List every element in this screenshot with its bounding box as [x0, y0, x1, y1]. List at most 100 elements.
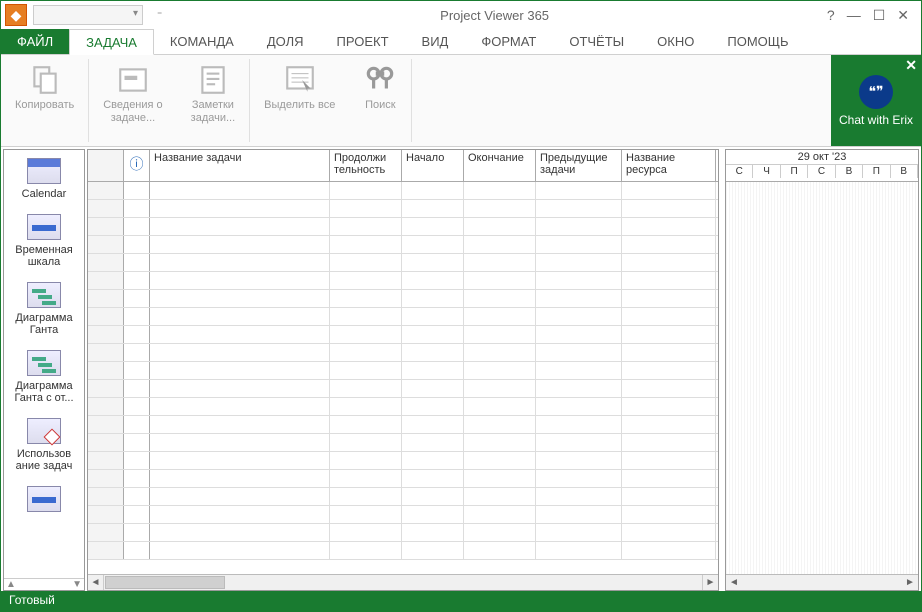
calendar-icon [27, 158, 61, 184]
timeline-day: В [891, 165, 918, 178]
scroll-thumb[interactable] [105, 576, 225, 589]
gantt-icon [27, 282, 61, 308]
view-tracking-gantt[interactable]: Диаграмма Ганта с от... [4, 342, 84, 410]
task-notes-label: Заметки задачи... [191, 99, 236, 125]
scroll-left-icon[interactable]: ◄ [88, 575, 104, 590]
timeline-date: 29 окт '23 [726, 150, 918, 165]
maximize-button[interactable]: ☐ [873, 7, 886, 24]
view-task-usage-label: Использов ание задач [6, 448, 82, 472]
timeline-day: П [863, 165, 890, 178]
table-row[interactable] [88, 326, 718, 344]
ribbon-body: Копировать Сведения о задаче... Заметки … [1, 55, 921, 147]
help-icon[interactable]: ? [827, 7, 835, 24]
table-row[interactable] [88, 452, 718, 470]
table-hscroll[interactable]: ◄ ► [88, 574, 718, 590]
tab-file[interactable]: ФАЙЛ [1, 29, 69, 54]
timeline-day: П [781, 165, 808, 178]
close-button[interactable]: ✕ [897, 7, 909, 24]
task-table: ⓘ Название задачи Продолжи тельность Нач… [87, 149, 719, 591]
find-icon [363, 63, 397, 97]
tab-format[interactable]: ФОРМАТ [465, 29, 553, 54]
task-notes-button[interactable]: Заметки задачи... [177, 59, 251, 142]
scroll-track[interactable] [226, 575, 702, 590]
col-name[interactable]: Название задачи [150, 150, 330, 181]
table-row[interactable] [88, 542, 718, 560]
timeline-icon [27, 214, 61, 240]
col-predecessors[interactable]: Предыдущие задачи [536, 150, 622, 181]
titlebar: ◆ ⁼ Project Viewer 365 ? — ☐ ✕ [1, 1, 921, 29]
table-row[interactable] [88, 470, 718, 488]
col-info-icon[interactable]: ⓘ [124, 150, 150, 181]
tab-team[interactable]: КОМАНДА [154, 29, 251, 54]
table-row[interactable] [88, 290, 718, 308]
tl-scroll-left-icon[interactable]: ◄ [726, 575, 742, 590]
tab-window[interactable]: ОКНО [641, 29, 711, 54]
table-body[interactable] [88, 182, 718, 574]
view-timeline[interactable]: Временная шкала [4, 206, 84, 274]
tracking-gantt-icon [27, 350, 61, 376]
find-button[interactable]: Поиск [349, 59, 412, 142]
chat-with-erix[interactable]: ✕ ❝❞ Chat with Erix [831, 55, 921, 146]
col-finish[interactable]: Окончание [464, 150, 536, 181]
chat-bubble-icon: ❝❞ [859, 75, 893, 109]
qat-dropdown[interactable] [33, 5, 143, 25]
table-row[interactable] [88, 200, 718, 218]
find-label: Поиск [365, 99, 395, 112]
scroll-right-icon[interactable]: ► [702, 575, 718, 590]
select-all-label: Выделить все [264, 99, 335, 112]
table-row[interactable] [88, 488, 718, 506]
chat-close-icon[interactable]: ✕ [905, 57, 917, 74]
table-row[interactable] [88, 362, 718, 380]
copy-label: Копировать [15, 99, 74, 112]
table-row[interactable] [88, 272, 718, 290]
task-info-label: Сведения о задаче... [103, 99, 162, 125]
table-row[interactable] [88, 506, 718, 524]
tab-project[interactable]: ПРОЕКТ [321, 29, 406, 54]
select-all-button[interactable]: Выделить все [250, 59, 349, 142]
tab-share[interactable]: ДОЛЯ [251, 29, 321, 54]
col-resource-names[interactable]: Название ресурса [622, 150, 716, 181]
viewbar-scroll[interactable]: ▲▼ [4, 578, 84, 590]
task-usage-icon [27, 418, 61, 444]
table-row[interactable] [88, 182, 718, 200]
timeline-hscroll[interactable]: ◄ ► [726, 574, 918, 590]
table-row[interactable] [88, 434, 718, 452]
scroll-down-icon[interactable]: ▼ [72, 579, 82, 590]
table-row[interactable] [88, 380, 718, 398]
table-row[interactable] [88, 236, 718, 254]
copy-button[interactable]: Копировать [1, 59, 89, 142]
timeline-day: С [808, 165, 835, 178]
more-view-icon [27, 486, 61, 512]
view-task-usage[interactable]: Использов ание задач [4, 410, 84, 478]
view-calendar[interactable]: Calendar [4, 150, 84, 206]
minimize-button[interactable]: — [847, 7, 861, 24]
tab-task[interactable]: ЗАДАЧА [69, 29, 154, 55]
col-start[interactable]: Начало [402, 150, 464, 181]
status-bar: Готовый [1, 591, 921, 611]
view-gantt[interactable]: Диаграмма Ганта [4, 274, 84, 342]
view-more[interactable] [4, 478, 84, 516]
tl-scroll-track[interactable] [742, 575, 902, 590]
table-row[interactable] [88, 344, 718, 362]
tab-view[interactable]: ВИД [406, 29, 466, 54]
scroll-up-icon[interactable]: ▲ [6, 579, 16, 590]
tab-help[interactable]: ПОМОЩЬ [711, 29, 805, 54]
table-row[interactable] [88, 398, 718, 416]
tab-reports[interactable]: ОТЧЁТЫ [553, 29, 641, 54]
table-row[interactable] [88, 254, 718, 272]
table-row[interactable] [88, 308, 718, 326]
status-text: Готовый [9, 593, 55, 607]
timeline-day: Ч [753, 165, 780, 178]
timeline-pane: 29 окт '23 СЧПСВПВ ◄ ► [725, 149, 919, 591]
col-duration[interactable]: Продолжи тельность [330, 150, 402, 181]
table-row[interactable] [88, 218, 718, 236]
tl-scroll-right-icon[interactable]: ► [902, 575, 918, 590]
task-info-button[interactable]: Сведения о задаче... [89, 59, 176, 142]
view-bar: Calendar Временная шкала Диаграмма Ганта… [3, 149, 85, 591]
col-rownum[interactable] [88, 150, 124, 181]
table-row[interactable] [88, 524, 718, 542]
task-info-icon [116, 63, 150, 97]
table-row[interactable] [88, 416, 718, 434]
timeline-body[interactable] [726, 182, 918, 574]
view-timeline-label: Временная шкала [6, 244, 82, 268]
